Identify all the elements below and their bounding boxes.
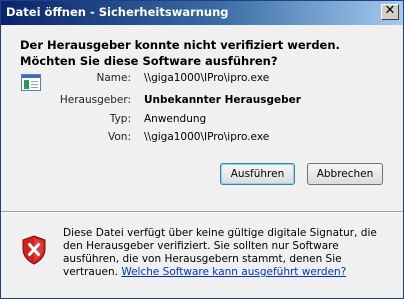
warning-message: Diese Datei verfügt über keine gültige d… [63,227,395,279]
application-window-icon [21,74,41,91]
from-label: Von: [108,131,131,143]
warning-panel: Diese Datei verfügt über keine gültige d… [1,213,403,298]
title-bar[interactable]: Datei öffnen - Sicherheitswarnung ✕ [1,1,403,25]
type-value: Anwendung [144,113,207,125]
cancel-button[interactable]: Abbrechen [307,163,383,185]
security-warning-dialog: Datei öffnen - Sicherheitswarnung ✕ Der … [0,0,404,299]
close-button[interactable]: ✕ [381,3,399,20]
publisher-label: Herausgeber: [59,94,131,106]
type-label: Typ: [109,113,131,125]
name-label: Name: [96,72,131,84]
details-panel: Der Herausgeber konnte nicht verifiziert… [1,25,403,211]
which-software-link[interactable]: Welche Software kann ausgeführt werden? [121,266,346,278]
name-value: \\giga1000\IPro\ipro.exe [144,72,270,84]
from-value: \\giga1000\IPro\ipro.exe [144,131,270,143]
run-button[interactable]: Ausführen [220,163,295,185]
window-title: Datei öffnen - Sicherheitswarnung [6,5,229,19]
headline-message: Der Herausgeber konnte nicht verifiziert… [20,38,340,68]
red-shield-x-icon [22,235,46,265]
publisher-value: Unbekannter Herausgeber [144,94,301,106]
close-icon: ✕ [384,3,396,18]
